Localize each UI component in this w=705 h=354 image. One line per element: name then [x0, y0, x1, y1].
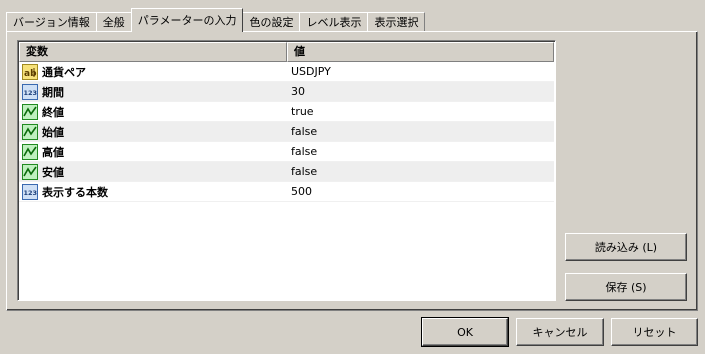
variable-name: 期間: [42, 85, 64, 99]
value-cell[interactable]: false: [287, 162, 554, 181]
boolean-type-icon: [22, 123, 38, 140]
value-cell[interactable]: USDJPY: [287, 62, 554, 81]
table-row[interactable]: 安値 false: [19, 162, 554, 182]
value-cell[interactable]: false: [287, 122, 554, 141]
load-button[interactable]: 読み込み (L): [565, 233, 687, 261]
variable-name: 安値: [42, 165, 64, 179]
column-header-variable[interactable]: 変数: [19, 42, 287, 62]
boolean-type-icon: [22, 163, 38, 180]
integer-type-icon: 123: [22, 183, 38, 200]
table-row[interactable]: 始値 false: [19, 122, 554, 142]
table-row[interactable]: 終値 true: [19, 102, 554, 122]
ok-button[interactable]: OK: [421, 317, 509, 347]
svg-text:ab: ab: [24, 69, 37, 79]
table-row[interactable]: 高値 false: [19, 142, 554, 162]
variable-name: 表示する本数: [42, 185, 108, 199]
column-header-value[interactable]: 値: [287, 42, 554, 62]
value-cell[interactable]: 500: [287, 182, 554, 201]
svg-text:123: 123: [24, 89, 38, 97]
variable-cell: 高値: [19, 142, 287, 161]
save-button[interactable]: 保存 (S): [565, 273, 687, 301]
variable-name: 高値: [42, 145, 64, 159]
variable-cell: 123 期間: [19, 82, 287, 101]
table-row[interactable]: ab 通貨ペア USDJPY: [19, 62, 554, 82]
variable-cell: 123 表示する本数: [19, 182, 287, 201]
variable-cell: 終値: [19, 102, 287, 121]
parameter-grid[interactable]: 変数 値 ab 通貨ペア USDJPY 123 期間 30 終値 true 始値…: [17, 40, 556, 301]
tab-level-display[interactable]: レベル表示: [299, 12, 369, 32]
parameter-dialog: バージョン情報 全般 パラメーターの入力 色の設定 レベル表示 表示選択 変数 …: [0, 0, 705, 354]
variable-name: 始値: [42, 125, 64, 139]
tab-display-selection[interactable]: 表示選択: [367, 12, 426, 32]
tab-version-info[interactable]: バージョン情報: [6, 12, 97, 32]
value-cell[interactable]: false: [287, 142, 554, 161]
variable-cell: ab 通貨ペア: [19, 62, 287, 81]
table-row[interactable]: 123 期間 30: [19, 82, 554, 102]
variable-cell: 始値: [19, 122, 287, 141]
variable-name: 通貨ペア: [42, 65, 86, 79]
integer-type-icon: 123: [22, 83, 38, 100]
boolean-type-icon: [22, 143, 38, 160]
svg-text:123: 123: [24, 189, 38, 197]
cancel-button[interactable]: キャンセル: [516, 318, 604, 346]
tab-color-settings[interactable]: 色の設定: [242, 12, 301, 32]
variable-name: 終値: [42, 105, 64, 119]
table-row[interactable]: 123 表示する本数 500: [19, 182, 554, 202]
reset-button[interactable]: リセット: [611, 318, 698, 346]
value-cell[interactable]: true: [287, 102, 554, 121]
tab-parameter-input[interactable]: パラメーターの入力: [130, 8, 244, 32]
boolean-type-icon: [22, 103, 38, 120]
variable-cell: 安値: [19, 162, 287, 181]
string-type-icon: ab: [22, 63, 38, 80]
value-cell[interactable]: 30: [287, 82, 554, 101]
grid-header: 変数 値: [19, 42, 554, 62]
tab-general[interactable]: 全般: [95, 12, 132, 32]
tab-strip: バージョン情報 全般 パラメーターの入力 色の設定 レベル表示 表示選択: [6, 8, 426, 32]
